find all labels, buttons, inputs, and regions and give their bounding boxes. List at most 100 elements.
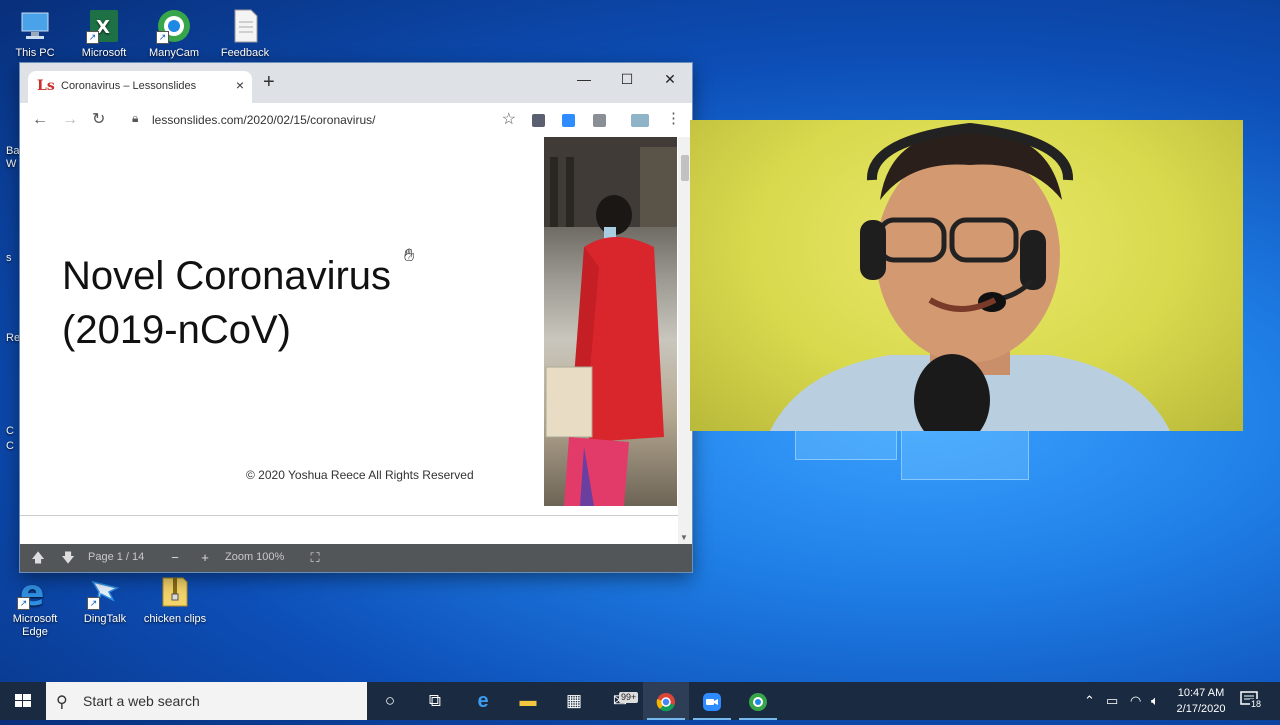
clock-time: 10:47 AM	[1177, 687, 1225, 699]
zip-folder-icon	[157, 574, 193, 610]
desktop-icon-label: Microsoft Edge	[12, 613, 58, 638]
desktop-icon-feedback[interactable]: Feedback	[210, 8, 280, 60]
edge-taskbar-icon[interactable]: e	[460, 682, 506, 720]
action-center-icon[interactable]: 18	[1240, 691, 1263, 709]
desktop-label-fragment: Ba	[6, 145, 20, 157]
file-explorer-icon[interactable]: ▬	[505, 682, 551, 720]
store-badge: 99+	[619, 692, 639, 703]
previous-page-icon[interactable]: 🡅	[26, 548, 50, 568]
store-icon[interactable]: ▦	[551, 682, 597, 720]
pdf-viewer[interactable]: Novel Coronavirus (2019-nCoV) © 2020 Yos…	[20, 137, 692, 544]
scrollbar-thumb[interactable]	[681, 155, 689, 181]
bookmark-star-icon[interactable]: ☆	[502, 109, 516, 129]
new-tab-button[interactable]: +	[263, 72, 275, 92]
search-icon: ⚲	[56, 694, 68, 711]
edge-icon: e ↗	[17, 573, 53, 614]
taskbar-clock[interactable]: 10:47 AM 2/17/2020	[1167, 685, 1235, 717]
show-hidden-icons-chevron-icon[interactable]: ⌃	[1084, 682, 1095, 720]
shortcut-arrow-icon: ↗	[86, 31, 99, 44]
wifi-icon[interactable]: ◠	[1130, 682, 1141, 720]
desktop-icon-label: Feedback	[220, 47, 270, 59]
desktop-icon-label: This PC	[15, 47, 55, 59]
zoom-out-icon[interactable]: −	[163, 548, 187, 568]
minimize-button[interactable]: —	[562, 67, 606, 91]
lock-icon[interactable]: 🔒︎	[132, 111, 138, 126]
desktop-label-fragment: W	[6, 158, 17, 170]
kebab-menu-icon[interactable]: ⋮	[666, 109, 681, 129]
windows-start-icon	[15, 694, 31, 707]
next-page-icon[interactable]: 🡇	[56, 548, 80, 568]
slide-title-line2: (2019-nCoV)	[62, 308, 292, 352]
hand-cursor-icon: ✋︎	[404, 245, 415, 265]
chrome-taskbar-icon[interactable]	[643, 682, 689, 720]
webcam-overlay	[690, 120, 1243, 431]
desktop-icon-microsoft-edge[interactable]: e ↗ Microsoft Edge	[0, 573, 70, 639]
document-icon	[227, 8, 263, 44]
taskbar-search[interactable]: ⚲ Start a web search	[46, 682, 367, 720]
manycam-icon: ↗	[156, 8, 192, 44]
lessonslides-favicon-icon: Ls	[37, 78, 55, 94]
windows-logo-wallpaper	[795, 428, 1029, 480]
shortcut-arrow-icon: ↗	[17, 597, 30, 610]
desktop-icon-label: ManyCam	[148, 47, 200, 59]
manycam-icon	[749, 692, 767, 711]
zoom-extension-icon[interactable]	[562, 114, 575, 127]
street-photo	[544, 137, 677, 506]
pdf-toolbar: 🡅 🡇 Page 1 / 14 − + Zoom 100% ⛶	[20, 544, 692, 572]
cortana-icon[interactable]: ○	[367, 682, 413, 720]
zoom-taskbar-icon[interactable]	[689, 682, 735, 720]
desktop-icon-microsoft-excel[interactable]: X ↗ Microsoft	[69, 8, 139, 60]
zoom-icon	[703, 692, 721, 711]
desktop-icon-dingtalk[interactable]: ↗ DingTalk	[70, 574, 140, 626]
tab-strip: Ls Coronavirus – Lessonslides × + — ☐ ✕	[20, 63, 692, 103]
desktop-label-fragment: C	[6, 425, 14, 437]
copy-extension-icon[interactable]	[593, 114, 606, 127]
back-arrow-icon[interactable]: ←	[32, 110, 48, 130]
browser-toolbar: ← → ↻ 🔒︎ lessonslides.com/2020/02/15/cor…	[20, 103, 692, 138]
desktop-label-fragment: C	[6, 440, 14, 452]
page-separator	[20, 515, 680, 516]
shortcut-arrow-icon: ↗	[87, 597, 100, 610]
tab-coronavirus[interactable]: Ls Coronavirus – Lessonslides ×	[28, 71, 252, 103]
desktop-icon-label: DingTalk	[83, 613, 127, 625]
computer-icon	[17, 8, 53, 44]
forward-arrow-icon[interactable]: →	[62, 110, 78, 130]
dingtalk-icon: ↗	[87, 574, 123, 610]
desktop-icon-label: chicken clips	[143, 613, 207, 625]
facebook-extension-icon[interactable]	[532, 114, 545, 127]
desktop-icon-chicken-clips[interactable]: chicken clips	[140, 574, 210, 626]
browser-window[interactable]: Ls Coronavirus – Lessonslides × + — ☐ ✕ …	[20, 63, 692, 572]
start-button[interactable]	[0, 682, 46, 720]
manycam-taskbar-icon[interactable]	[735, 682, 781, 720]
desktop-label-fragment: Re	[6, 332, 21, 344]
battery-icon[interactable]: ▭	[1106, 682, 1118, 720]
clock-date: 2/17/2020	[1176, 703, 1226, 715]
zoom-in-icon[interactable]: +	[193, 548, 217, 568]
tab-close-icon[interactable]: ×	[236, 77, 244, 93]
fullscreen-icon[interactable]: ⛶	[303, 548, 327, 568]
volume-icon[interactable]: 🔈︎	[1151, 682, 1159, 720]
chrome-icon	[656, 692, 675, 711]
url-text[interactable]: lessonslides.com/2020/02/15/coronavirus/	[152, 113, 375, 127]
presenter-video	[770, 122, 1170, 431]
task-view-icon[interactable]: ⧉	[412, 682, 458, 720]
reload-icon[interactable]: ↻	[92, 110, 105, 130]
page-indicator: Page 1 / 14	[88, 551, 145, 563]
close-window-button[interactable]: ✕	[648, 67, 692, 91]
desktop-icon-label: Microsoft	[81, 47, 127, 59]
slide-copyright: © 2020 Yoshua Reece All Rights Reserved	[246, 468, 474, 482]
address-bar[interactable]: 🔒︎ lessonslides.com/2020/02/15/coronavir…	[128, 109, 516, 131]
desktop-icon-this-pc[interactable]: This PC	[0, 8, 70, 60]
zoom-level: Zoom 100%	[225, 551, 285, 563]
tab-title: Coronavirus – Lessonslides	[61, 80, 197, 92]
excel-icon: X ↗	[86, 8, 122, 44]
maximize-button[interactable]: ☐	[605, 67, 649, 91]
desktop-icon-manycam[interactable]: ↗ ManyCam	[139, 8, 209, 60]
scroll-down-arrow-icon[interactable]: ▼	[680, 533, 688, 542]
screen-extension-icon[interactable]	[631, 114, 649, 127]
desktop-label-fragment: s	[6, 252, 12, 264]
search-placeholder[interactable]: Start a web search	[83, 693, 200, 709]
mail-icon[interactable]: ✉99+	[597, 682, 643, 720]
slide-title: Novel Coronavirus (2019-nCoV)	[62, 249, 391, 357]
slide-title-line1: Novel Coronavirus	[62, 254, 392, 298]
